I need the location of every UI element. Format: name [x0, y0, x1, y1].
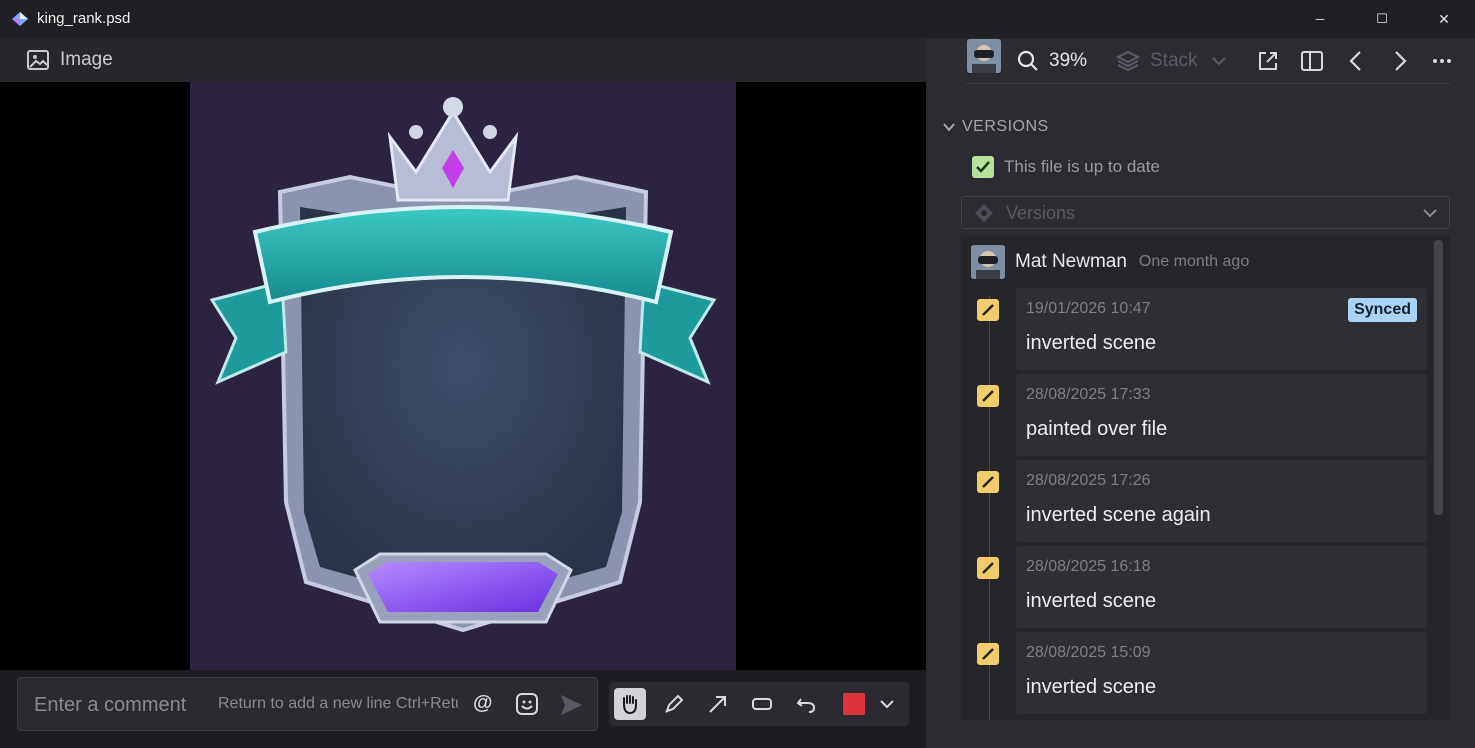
versions-section-title: VERSIONS [962, 118, 1049, 135]
author-name: Mat Newman [1015, 251, 1127, 272]
versions-section-header[interactable]: VERSIONS [942, 118, 1049, 136]
color-dropdown-button[interactable] [871, 688, 903, 720]
undo-icon [796, 698, 816, 713]
version-entry[interactable]: 28/08/2025 17:26 inverted scene again [1016, 460, 1427, 542]
pencil-icon [977, 385, 999, 407]
previous-button[interactable] [1344, 48, 1368, 74]
pencil-icon [977, 557, 999, 579]
chevron-left-icon [1349, 51, 1361, 71]
color-swatch [843, 693, 865, 715]
external-link-icon [1259, 52, 1277, 70]
chevron-down-icon [880, 700, 894, 709]
toolbar-divider [966, 83, 1450, 84]
close-icon: ✕ [1438, 10, 1450, 27]
pencil-icon [977, 299, 999, 321]
version-entry[interactable]: 28/08/2025 16:18 inverted scene [1016, 546, 1427, 628]
sync-status: This file is up to date [972, 156, 1160, 178]
app-logo-icon [12, 12, 28, 26]
stack-icon [1116, 50, 1140, 72]
git-commit-icon [975, 204, 993, 222]
chevron-down-icon [1211, 57, 1226, 66]
chevron-down-icon [943, 123, 955, 132]
sync-status-text: This file is up to date [1004, 157, 1160, 176]
version-history: Mat Newman One month ago 19/01/2026 10:4… [961, 236, 1450, 720]
comment-placeholder: Enter a comment [34, 694, 187, 716]
versions-dropdown-label: Versions [1006, 203, 1076, 223]
rectangle-tool-button[interactable] [746, 688, 778, 720]
more-options-button[interactable] [1430, 48, 1454, 74]
author-avatar [971, 245, 1005, 279]
viewer-header-label: Image [60, 49, 113, 70]
close-button[interactable]: ✕ [1413, 0, 1475, 38]
arrow-tool-button[interactable] [702, 688, 734, 720]
drawing-toolbar [609, 682, 909, 726]
version-date: 28/08/2025 17:26 [1026, 472, 1151, 489]
avatar [967, 39, 1001, 73]
comment-hint: Return to add a new line Ctrl+Return to … [218, 695, 458, 712]
emoji-icon[interactable] [515, 692, 539, 716]
pencil-icon [977, 643, 999, 665]
version-message: inverted scene [1026, 590, 1157, 612]
chevron-right-icon [1395, 51, 1407, 71]
sidebar-icon [1301, 51, 1323, 71]
minimize-button[interactable]: ─ [1289, 0, 1351, 38]
more-icon [1433, 59, 1451, 63]
open-external-button[interactable] [1256, 48, 1280, 74]
version-date: 19/01/2026 10:47 [1026, 300, 1151, 317]
chevron-down-icon [1423, 209, 1437, 218]
main-viewer: Image Enter a comment Return to add a ne… [0, 38, 926, 748]
toggle-sidebar-button[interactable] [1300, 48, 1324, 74]
side-toolbar: 39% Stack [926, 38, 1475, 84]
rectangle-icon [752, 698, 772, 710]
arrow-icon [709, 696, 726, 713]
version-date: 28/08/2025 17:33 [1026, 386, 1151, 403]
version-author: Mat Newman One month ago [971, 245, 1249, 279]
comment-input[interactable]: Enter a comment Return to add a new line… [17, 677, 598, 731]
mention-button[interactable]: @ [473, 692, 493, 715]
hand-tool-button[interactable] [614, 688, 646, 720]
version-message: inverted scene again [1026, 504, 1211, 526]
check-icon [972, 156, 994, 178]
zoom-control[interactable]: 39% [1016, 48, 1087, 74]
version-message: painted over file [1026, 418, 1168, 440]
version-entry[interactable]: 28/08/2025 15:09 inverted scene [1016, 632, 1427, 714]
window-title: king_rank.psd [37, 10, 131, 27]
version-entry[interactable]: 19/01/2026 10:47 Synced inverted scene [1016, 288, 1427, 370]
stack-label: Stack [1150, 50, 1198, 71]
maximize-icon: ☐ [1376, 11, 1388, 26]
version-date: 28/08/2025 16:18 [1026, 558, 1151, 575]
versions-dropdown[interactable]: Versions [961, 196, 1450, 229]
version-message: inverted scene [1026, 332, 1157, 354]
zoom-level: 39% [1049, 50, 1088, 71]
search-icon [1017, 50, 1038, 71]
send-icon[interactable] [558, 692, 584, 718]
hand-icon [623, 695, 637, 715]
minimize-icon: ─ [1315, 12, 1325, 26]
stack-dropdown: Stack [1116, 48, 1228, 74]
maximize-button[interactable]: ☐ [1351, 0, 1413, 38]
viewer-header: Image [0, 38, 926, 82]
version-entry[interactable]: 28/08/2025 17:33 painted over file [1016, 374, 1427, 456]
side-panel: 39% Stack VERSIONS This file is up to da… [926, 38, 1475, 748]
user-avatar[interactable] [967, 39, 1001, 73]
rank-badge-artwork [209, 97, 717, 633]
image-icon [27, 50, 49, 70]
color-picker-button[interactable] [838, 688, 870, 720]
version-message: inverted scene [1026, 676, 1157, 698]
next-button[interactable] [1388, 48, 1412, 74]
undo-button[interactable] [790, 688, 822, 720]
history-scrollbar[interactable] [1434, 240, 1443, 515]
author-time: One month ago [1138, 253, 1250, 270]
pen-tool-button[interactable] [658, 688, 690, 720]
pencil-icon [977, 471, 999, 493]
synced-badge: Synced [1348, 298, 1417, 322]
version-date: 28/08/2025 15:09 [1026, 644, 1151, 661]
pen-icon [665, 694, 684, 713]
title-bar: king_rank.psd ─ ☐ ✕ [0, 0, 1475, 38]
image-canvas[interactable] [190, 82, 736, 670]
